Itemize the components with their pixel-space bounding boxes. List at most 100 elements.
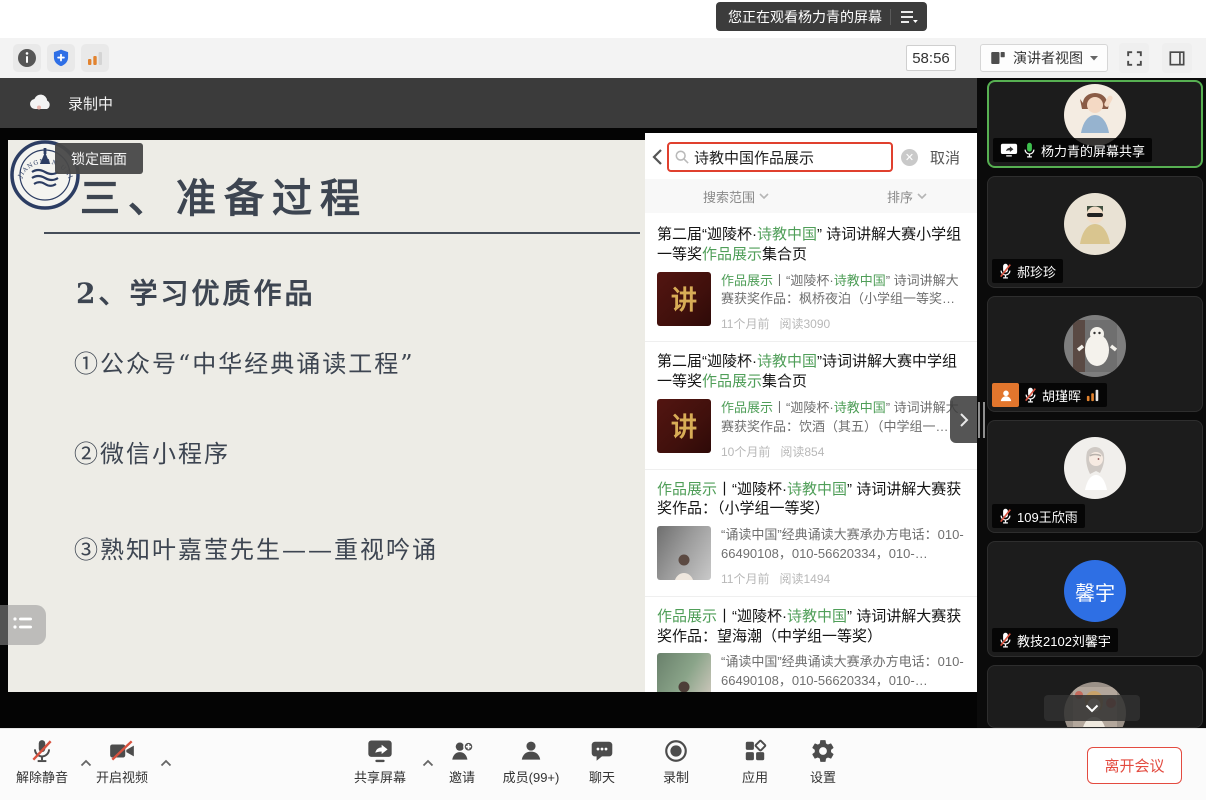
participant-name: 教技2102刘馨宇 bbox=[1017, 631, 1111, 650]
settings-button[interactable]: 设置 bbox=[799, 738, 847, 786]
result-thumbnail bbox=[657, 653, 711, 692]
mic-muted-icon bbox=[29, 738, 55, 764]
recording-status-bar: 录制中 bbox=[0, 78, 977, 128]
search-result-item[interactable]: 第二届“迦陵杯·诗教中国”诗词讲解大赛中学组一等奖作品展示集合页 讲 作品展示丨… bbox=[645, 342, 977, 469]
participant-label: 郝珍珍 bbox=[992, 259, 1063, 283]
camera-off-icon bbox=[108, 738, 136, 764]
result-thumbnail: 讲 bbox=[657, 272, 711, 326]
hide-panel-icon[interactable] bbox=[1162, 43, 1192, 73]
avatar-initials: 馨宇 bbox=[1075, 577, 1115, 606]
result-thumbnail: 讲 bbox=[657, 399, 711, 453]
invite-label: 邀请 bbox=[449, 767, 475, 786]
bottom-toolbar: 解除静音 开启视频 共享屏幕 邀请 成员(99+) 聊天 bbox=[0, 728, 1206, 800]
network-signal-icon bbox=[1086, 388, 1100, 402]
thumbnail-character: 讲 bbox=[671, 280, 697, 317]
avatar bbox=[1064, 437, 1126, 499]
panel-resize-handle[interactable] bbox=[978, 402, 985, 438]
sort-filter[interactable]: 排序 bbox=[887, 187, 927, 206]
scroll-participants-down-button[interactable] bbox=[1044, 695, 1140, 721]
watching-banner: 您正在观看杨力青的屏幕 bbox=[716, 2, 927, 31]
meeting-timer: 58:56 bbox=[906, 45, 956, 71]
result-title: 第二届“迦陵杯·诗教中国” 诗词讲解大赛小学组一等奖作品展示集合页 bbox=[657, 225, 965, 265]
members-button[interactable]: 成员(99+) bbox=[494, 738, 568, 786]
participant-name: 胡瑾晖 bbox=[1042, 386, 1081, 405]
thumbnail-character: 讲 bbox=[671, 407, 697, 444]
result-meta: 11个月前 阅读1494 bbox=[721, 570, 965, 587]
search-result-item[interactable]: 第二届“迦陵杯·诗教中国” 诗词讲解大赛小学组一等奖作品展示集合页 讲 作品展示… bbox=[645, 215, 977, 342]
record-button[interactable]: 录制 bbox=[652, 738, 700, 786]
record-icon bbox=[663, 738, 689, 764]
fullscreen-icon[interactable] bbox=[1119, 43, 1149, 73]
lock-view-tooltip[interactable]: 锁定画面 bbox=[55, 143, 143, 174]
slide-title-underline bbox=[44, 232, 640, 234]
apps-button[interactable]: 应用 bbox=[731, 738, 779, 786]
search-result-item[interactable]: 作品展示丨“迦陵杯·诗教中国” 诗词讲解大赛获奖作品：望海潮（中学组一等奖） “… bbox=[645, 597, 977, 692]
layout-list-menu-icon[interactable] bbox=[899, 9, 919, 25]
chat-label: 聊天 bbox=[589, 767, 615, 786]
main-area: 录制中 JIANGNAN UNIVERSITY bbox=[0, 78, 1206, 728]
presentation-slide: JIANGNAN UNIVERSITY 锁定画面 三、准备过程 2、学习优质作品… bbox=[8, 140, 645, 692]
search-result-item[interactable]: 作品展示丨“迦陵杯·诗教中国” 诗词讲解大赛获奖作品：（小学组一等奖） “诵读中… bbox=[645, 470, 977, 597]
search-query: 诗教中国作品展示 bbox=[694, 147, 814, 168]
watching-banner-text: 您正在观看杨力青的屏幕 bbox=[728, 7, 882, 27]
search-bar-row: 诗教中国作品展示 ✕ 取消 bbox=[645, 139, 977, 175]
leave-meeting-button[interactable]: 离开会议 bbox=[1087, 747, 1182, 784]
chat-button[interactable]: 聊天 bbox=[578, 738, 626, 786]
result-meta: 11个月前 阅读3090 bbox=[721, 315, 965, 332]
result-snippet: “诵读中国”经典诵读大赛承办方电话：010-66490108，010-56620… bbox=[721, 653, 965, 691]
view-mode-dropdown[interactable]: 演讲者视图 bbox=[980, 44, 1108, 72]
expand-panel-handle[interactable] bbox=[950, 396, 977, 443]
avatar bbox=[1064, 315, 1126, 377]
participant-tile[interactable]: 109王欣雨 bbox=[987, 420, 1203, 533]
result-title: 作品展示丨“迦陵杯·诗教中国” 诗词讲解大赛获奖作品：望海潮（中学组一等奖） bbox=[657, 607, 965, 647]
participant-tile[interactable]: 馨宇 教技2102刘馨宇 bbox=[987, 541, 1203, 657]
participant-name: 109王欣雨 bbox=[1017, 507, 1078, 526]
result-thumbnail bbox=[657, 526, 711, 580]
record-label: 录制 bbox=[663, 767, 689, 786]
result-snippet: “诵读中国”经典诵读大赛承办方电话：010-66490108，010-56620… bbox=[721, 526, 965, 564]
wechat-search-panel: 诗教中国作品展示 ✕ 取消 搜索范围 排序 bbox=[645, 133, 977, 692]
slide-bullet-3: ③熟知叶嘉莹先生——重视吟诵 bbox=[74, 530, 438, 565]
network-signal-icon[interactable] bbox=[81, 44, 109, 72]
apps-label: 应用 bbox=[742, 767, 768, 786]
start-video-button[interactable]: 开启视频 bbox=[88, 738, 156, 786]
cancel-search-button[interactable]: 取消 bbox=[930, 147, 960, 168]
presenter-silhouette bbox=[671, 679, 697, 692]
participant-tile-sharing[interactable]: 杨力青的屏幕共享 bbox=[987, 80, 1203, 168]
participant-tile[interactable]: 郝珍珍 bbox=[987, 176, 1203, 288]
chevron-down-icon bbox=[1089, 55, 1099, 62]
slide-bullet-1: ①公众号“中华经典诵读工程” bbox=[74, 344, 415, 379]
search-input[interactable]: 诗教中国作品展示 bbox=[667, 142, 893, 172]
invite-button[interactable]: 邀请 bbox=[436, 738, 488, 786]
unmute-button[interactable]: 解除静音 bbox=[8, 738, 76, 786]
mic-muted-icon bbox=[999, 508, 1012, 524]
screen-share-icon bbox=[1000, 143, 1018, 157]
search-scope-filter[interactable]: 搜索范围 bbox=[703, 187, 769, 206]
clear-search-icon[interactable]: ✕ bbox=[901, 149, 918, 166]
search-results-list: 第二届“迦陵杯·诗教中国” 诗词讲解大赛小学组一等奖作品展示集合页 讲 作品展示… bbox=[645, 215, 977, 692]
speaker-view-icon bbox=[989, 49, 1007, 67]
result-title: 第二届“迦陵杯·诗教中国”诗词讲解大赛中学组一等奖作品展示集合页 bbox=[657, 352, 965, 392]
back-icon[interactable] bbox=[651, 148, 663, 166]
presenter-silhouette bbox=[671, 552, 697, 580]
members-icon bbox=[518, 738, 544, 764]
meeting-window: 您正在观看杨力青的屏幕 58:56 演讲者视图 bbox=[0, 0, 1206, 800]
meeting-info-icon[interactable] bbox=[13, 44, 41, 72]
result-snippet: 作品展示丨“迦陵杯·诗教中国” 诗词讲解大赛获奖作品：饮酒（其五）（中学组一… bbox=[721, 399, 965, 437]
annotation-list-button[interactable] bbox=[0, 605, 46, 645]
mic-on-icon bbox=[1023, 142, 1036, 158]
result-time: 10个月前 bbox=[721, 443, 770, 460]
host-badge-icon bbox=[992, 383, 1019, 407]
slide-bullet-2: ②微信小程序 bbox=[74, 434, 230, 469]
participant-name: 杨力青的屏幕共享 bbox=[1041, 141, 1145, 160]
search-scope-label: 搜索范围 bbox=[703, 187, 755, 206]
result-read-count: 阅读1494 bbox=[779, 570, 830, 587]
chat-icon bbox=[589, 738, 615, 764]
video-options-chevron[interactable] bbox=[158, 755, 174, 771]
mic-muted-icon bbox=[999, 263, 1012, 279]
share-screen-button[interactable]: 共享屏幕 bbox=[344, 738, 416, 786]
recording-label: 录制中 bbox=[68, 93, 113, 114]
security-shield-icon[interactable] bbox=[47, 44, 75, 72]
participant-tile[interactable]: 胡瑾晖 bbox=[987, 296, 1203, 412]
share-options-chevron[interactable] bbox=[420, 755, 436, 771]
